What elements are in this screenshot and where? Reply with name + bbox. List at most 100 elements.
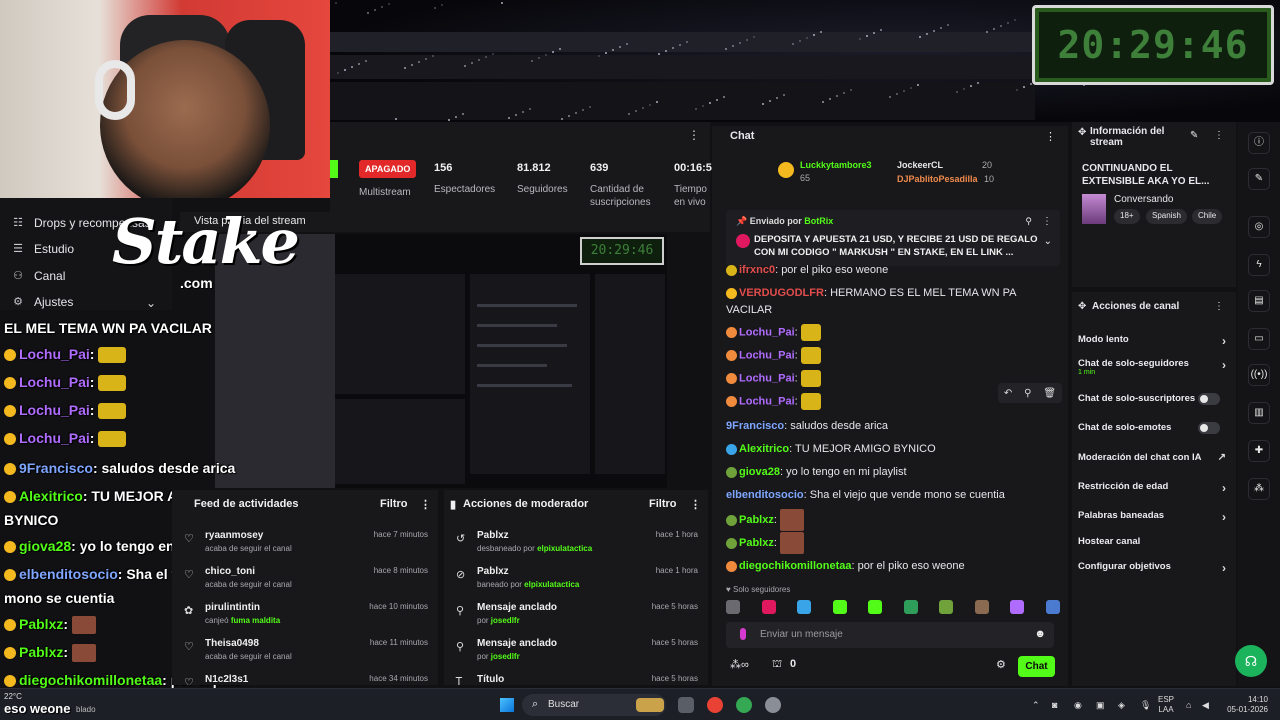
chat-username[interactable]: Pablxz <box>739 537 774 549</box>
channel-action-item[interactable]: Chat de solo-emotes <box>1078 422 1228 434</box>
discord-icon[interactable]: ◙ <box>1052 700 1057 710</box>
gifter-name[interactable]: Luckkytambore3 <box>800 160 872 170</box>
chat-message[interactable]: elbenditosocio: Sha el viejo que vende m… <box>726 487 1056 504</box>
chrome-icon[interactable] <box>707 697 723 713</box>
chat-message[interactable]: Pablxz: <box>726 532 1056 554</box>
list-item[interactable]: ♡ N1c2l3s1 hace 34 minutos <box>172 670 438 685</box>
edit-icon[interactable]: ✎ <box>1248 168 1270 190</box>
infinity-icon[interactable]: ⁂∞ <box>730 658 749 671</box>
language-indicator[interactable]: ESP LAA <box>1158 695 1174 715</box>
chat-username[interactable]: Lochu_Pai <box>739 326 795 338</box>
support-icon[interactable]: ☊ <box>1235 645 1267 677</box>
list-item[interactable]: Ꭲ Título hace 5 horas <box>444 670 708 685</box>
chevron-up-icon[interactable]: ⌃ <box>1032 700 1040 711</box>
emote-icon[interactable] <box>939 600 954 614</box>
emote-icon[interactable] <box>761 600 776 614</box>
emote-icon[interactable] <box>868 600 883 614</box>
chat-username[interactable]: giova28 <box>739 466 780 478</box>
tray-icon[interactable]: ◈ <box>1118 700 1125 711</box>
chat-username[interactable]: Lochu_Pai <box>739 372 795 384</box>
microphone-icon[interactable] <box>740 628 746 640</box>
drag-handle-icon[interactable]: ✥ <box>1078 301 1086 312</box>
list-item[interactable]: ↺ Pablxz desbaneado por elpixulatactica hac… <box>444 526 708 562</box>
chevron-down-icon[interactable]: ⌄ <box>146 296 156 310</box>
broadcast-icon[interactable]: ((•)) <box>1248 364 1270 386</box>
channel-action-item[interactable]: Modo lento › <box>1078 334 1228 348</box>
news-icon[interactable] <box>636 698 664 712</box>
channel-action-item[interactable]: Chat de solo-seguidores 1 min › <box>1078 358 1228 376</box>
more-icon[interactable]: ⋮ <box>690 498 701 511</box>
chat-message[interactable]: Lochu_Pai: <box>726 347 1056 364</box>
channel-action-item[interactable]: Moderación del chat con IA ↗ <box>1078 452 1228 463</box>
chat-message[interactable]: ifrxnc0: por el piko eso weone <box>726 262 1056 279</box>
network-icon[interactable]: ⌂ <box>1186 700 1191 710</box>
channel-action-item[interactable]: Chat de solo-suscriptores <box>1078 393 1228 405</box>
chat-message[interactable]: Pablxz: <box>726 509 1056 531</box>
emote-icon[interactable] <box>797 600 812 614</box>
gifter-name[interactable]: DJPablitoPesadilla <box>897 174 978 184</box>
chat-username[interactable]: ifrxnc0 <box>739 264 775 276</box>
list-item[interactable]: ⊘ Pablxz baneado por elpixulatactica hace 1… <box>444 562 708 598</box>
channel-action-item[interactable]: Configurar objetivos › <box>1078 561 1228 575</box>
clipboard-icon[interactable]: ▤ <box>1248 290 1270 312</box>
chat-input[interactable]: Enviar un mensaje ☻ <box>726 622 1054 648</box>
chat-message[interactable]: Lochu_Pai: <box>726 324 1056 341</box>
chat-username[interactable]: 9Francisco <box>726 420 784 432</box>
chat-username[interactable]: elbenditosocio <box>726 489 804 501</box>
cards-icon[interactable]: ▥ <box>1248 402 1270 424</box>
sidebar-item-studio[interactable]: ☰ Estudio <box>12 242 74 256</box>
edit-icon[interactable]: ✎ <box>1190 130 1198 141</box>
chat-username[interactable]: VERDUGODLFR <box>739 287 824 299</box>
chat-message[interactable]: giova28: yo lo tengo en mi playlist <box>726 464 1056 481</box>
info-icon[interactable]: ⓘ <box>1248 132 1270 154</box>
more-icon[interactable]: ⋮ <box>420 498 431 511</box>
microphone-icon[interactable]: 🎙 <box>1140 700 1151 711</box>
chat-username[interactable]: Alexitrico <box>739 443 789 455</box>
channel-action-item[interactable]: Palabras baneadas › <box>1078 510 1228 524</box>
filter-button[interactable]: Filtro <box>649 498 677 510</box>
app-icon[interactable] <box>765 697 781 713</box>
target-icon[interactable]: ◎ <box>1248 216 1270 238</box>
emote-icon[interactable] <box>1010 600 1025 614</box>
gifter-name[interactable]: JockeerCL <box>897 160 943 170</box>
volume-icon[interactable]: ◀ <box>1202 700 1209 711</box>
emote-icon[interactable] <box>974 600 989 614</box>
more-icon[interactable]: ⋮ <box>688 128 700 142</box>
tray-icon[interactable]: ◉ <box>1074 700 1082 711</box>
more-icon[interactable]: ⋮ <box>1045 130 1056 143</box>
sidebar-item-channel[interactable]: ⚇ Canal <box>12 269 65 283</box>
channel-action-item[interactable]: Restricción de edad › <box>1078 481 1228 495</box>
chat-username[interactable]: Pablxz <box>739 514 774 526</box>
chat-message[interactable]: VERDUGODLFR: HERMANO ES EL MEL TEMA WN P… <box>726 285 1056 319</box>
toggle-switch[interactable] <box>1198 393 1220 405</box>
emoji-icon[interactable]: ☻ <box>1034 628 1046 640</box>
sidebar-item-settings[interactable]: ⚙ Ajustes <box>12 295 73 309</box>
tray-icon[interactable]: ▣ <box>1096 700 1105 711</box>
list-item[interactable]: ⚲ Mensaje anclado por josedlfr hace 5 horas <box>444 598 708 634</box>
emote-icon[interactable] <box>903 600 918 614</box>
drag-handle-icon[interactable]: ✥ <box>1078 127 1086 138</box>
more-icon[interactable]: ⋮ <box>1214 301 1224 312</box>
wrench-icon[interactable]: ✚ <box>1248 440 1270 462</box>
network-icon[interactable]: ⁂ <box>1248 478 1270 500</box>
task-view-icon[interactable] <box>678 697 694 713</box>
list-item[interactable]: ⚲ Mensaje anclado por josedlfr hace 5 horas <box>444 634 708 670</box>
stream-category[interactable]: Conversando <box>1114 194 1173 205</box>
chrome-icon[interactable] <box>736 697 752 713</box>
channel-action-item[interactable]: Hostear canal <box>1078 536 1228 547</box>
delete-icon[interactable]: 🗑 <box>1043 388 1056 399</box>
list-item[interactable]: ♡ chico_toni acaba de seguir el canal hace… <box>172 562 438 598</box>
chat-username[interactable]: Lochu_Pai <box>739 395 795 407</box>
emote-icon[interactable] <box>1045 600 1060 614</box>
chat-message[interactable]: Alexitrico: TU MEJOR AMIGO BYNICO <box>726 441 1056 458</box>
toggle-switch[interactable] <box>1198 422 1220 434</box>
more-icon[interactable]: ⋮ <box>1214 130 1224 141</box>
chat-username[interactable]: diegochikomillonetaa <box>739 560 851 572</box>
pinned-message[interactable]: 📌 Enviado por BotRix ⚲ ⋮ ⌄ DEPOSITA Y AP… <box>726 210 1060 266</box>
send-chat-button[interactable]: Chat <box>1018 656 1055 677</box>
pin-icon[interactable]: ⚲ <box>1025 216 1032 227</box>
chat-message[interactable]: diegochikomillonetaa: por el piko eso we… <box>726 558 1056 575</box>
emote-icon[interactable] <box>832 600 847 614</box>
clock-date[interactable]: 14:10 05-01-2026 <box>1222 695 1268 715</box>
gear-icon[interactable]: ⚙ <box>996 658 1006 671</box>
